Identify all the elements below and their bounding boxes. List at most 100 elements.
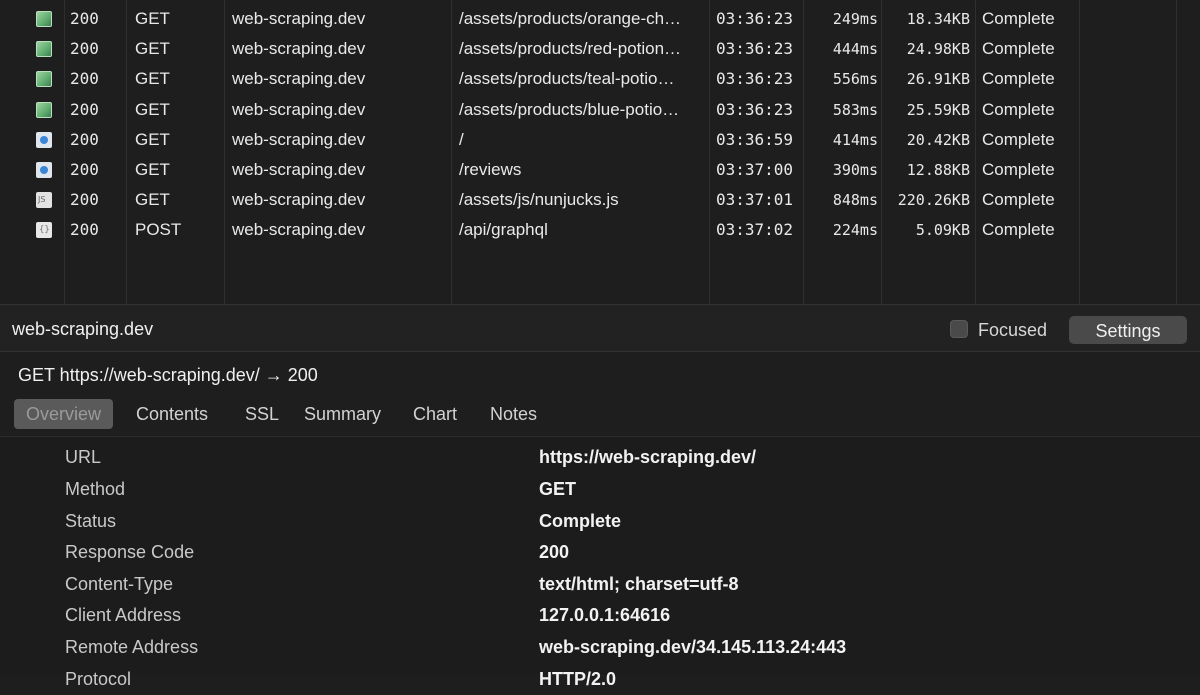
request-host: web-scraping.dev — [232, 160, 366, 179]
request-time: 03:36:23 — [716, 69, 794, 89]
request-time: 03:37:00 — [716, 160, 794, 179]
host-title: web-scraping.dev — [12, 319, 154, 339]
status-code: 200 — [70, 39, 99, 59]
request-row[interactable]: 200 GET web-scraping.dev/assets/products/r… — [0, 34, 1200, 64]
request-state: Complete — [982, 129, 1055, 149]
request-size: 5.09KB — [915, 221, 970, 240]
focused-checkbox[interactable] — [950, 320, 968, 338]
request-row[interactable]: 200 POST web-scraping.dev/api/graphql 03:37… — [0, 215, 1200, 245]
request-type-icon-cell — [36, 64, 54, 94]
overview-value: Complete — [539, 511, 622, 531]
request-duration: 414ms — [832, 130, 878, 149]
request-host: web-scraping.dev — [232, 69, 366, 89]
tab-summary[interactable]: Summary — [292, 399, 393, 429]
overview-row-content-type: Content-Type text/html; charset=utf-8 — [0, 568, 1200, 600]
overview-value: web-scraping.dev/34.145.113.24:443 — [539, 637, 847, 657]
request-state: Complete — [982, 69, 1055, 89]
overview-row-response-code: Response Code 200 — [0, 536, 1200, 568]
request-path: /api/graphql — [459, 220, 548, 240]
request-type-icon-cell — [36, 34, 54, 64]
json-file-icon — [36, 222, 52, 239]
request-time: 03:36:59 — [716, 129, 794, 149]
request-duration: 583ms — [832, 100, 878, 119]
image-file-icon — [36, 101, 52, 118]
status-code: 200 — [70, 190, 99, 210]
request-path: / — [459, 129, 464, 149]
html-document-icon — [36, 162, 52, 178]
request-row[interactable]: 200 GET web-scraping.dev/assets/js/nunjuck… — [0, 185, 1200, 215]
request-type-icon-cell — [36, 95, 54, 125]
request-method: GET — [135, 9, 170, 28]
request-state: Complete — [982, 220, 1055, 240]
overview-value[interactable]: https://web-scraping.dev/ — [539, 441, 756, 473]
request-list[interactable]: 200 GET web-scraping.dev/assets/products/o… — [0, 0, 1200, 304]
image-file-icon — [36, 41, 52, 58]
request-row[interactable]: 200 GET web-scraping.dev/assets/products/t… — [0, 64, 1200, 94]
overview-key: URL — [65, 447, 102, 467]
request-duration: 249ms — [832, 10, 878, 28]
request-method: GET — [135, 160, 170, 179]
request-state: Complete — [982, 39, 1055, 59]
request-duration: 848ms — [832, 191, 878, 210]
request-host: web-scraping.dev — [232, 39, 366, 59]
request-method: GET — [135, 129, 170, 149]
status-code: 200 — [70, 69, 99, 89]
request-size: 26.91KB — [906, 70, 970, 89]
request-method: POST — [135, 220, 182, 240]
tab-contents[interactable]: Contents — [124, 399, 220, 429]
request-state: Complete — [982, 9, 1055, 28]
request-duration: 224ms — [832, 221, 878, 240]
overview-value: 200 — [539, 542, 570, 562]
overview-value: 127.0.0.1:64616 — [539, 605, 671, 625]
request-state: Complete — [982, 190, 1055, 210]
request-size: 24.98KB — [906, 40, 970, 59]
request-path: /assets/products/blue-potio… — [459, 99, 680, 119]
request-time: 03:36:23 — [716, 39, 794, 59]
overview-key: Remote Address — [65, 637, 199, 657]
overview-row-client-address: Client Address 127.0.0.1:64616 — [0, 599, 1200, 631]
html-document-icon — [36, 131, 52, 148]
request-summary-line: GET https://web-scraping.dev/ → 200 — [18, 365, 318, 385]
request-host: web-scraping.dev — [232, 220, 366, 240]
status-code: 200 — [70, 9, 99, 28]
request-method: GET — [135, 190, 170, 210]
request-path: /assets/products/red-potion… — [459, 39, 682, 59]
request-size: 18.34KB — [906, 10, 970, 28]
host-toolbar: web-scraping.dev Focused Settings — [0, 304, 1200, 352]
overview-key: Response Code — [65, 542, 195, 562]
request-row[interactable]: 200 GET web-scraping.dev/assets/products/o… — [0, 4, 1200, 34]
status-code: 200 — [70, 99, 99, 119]
request-type-icon-cell — [36, 155, 54, 185]
javascript-file-icon — [36, 192, 52, 209]
request-state: Complete — [982, 99, 1055, 119]
request-time: 03:36:23 — [716, 99, 794, 119]
tab-notes[interactable]: Notes — [478, 399, 549, 429]
focused-label: Focused — [978, 320, 1048, 340]
overview-key: Method — [65, 479, 126, 499]
request-duration: 390ms — [832, 161, 878, 179]
status-code: 200 — [70, 129, 99, 149]
overview-row-url: URL https://web-scraping.dev/ — [0, 441, 1200, 473]
overview-key: Protocol — [65, 669, 132, 689]
request-host: web-scraping.dev — [232, 129, 366, 149]
request-method: GET — [135, 39, 170, 59]
request-row[interactable]: 200 GET web-scraping.dev / 03:36:59 414ms 20.4… — [0, 125, 1200, 155]
tab-chart[interactable]: Chart — [401, 399, 469, 429]
request-size: 220.26KB — [897, 191, 970, 210]
overview-key: Client Address — [65, 605, 182, 625]
overview-key: Content-Type — [65, 574, 174, 594]
request-row[interactable]: 200 GET web-scraping.dev/reviews 03:37:00 39… — [0, 155, 1200, 185]
tab-overview[interactable]: Overview — [14, 399, 114, 429]
request-path: /assets/products/teal-potio… — [459, 69, 675, 89]
tab-ssl[interactable]: SSL — [233, 399, 291, 429]
overview-row-protocol: Protocol HTTP/2.0 — [0, 663, 1200, 695]
image-file-icon — [36, 11, 52, 27]
request-type-icon-cell — [36, 125, 54, 155]
image-file-icon — [36, 71, 52, 88]
status-code: 200 — [70, 220, 99, 240]
overview-row-remote-address: Remote Address web-scraping.dev/34.145.1… — [0, 631, 1200, 663]
request-type-icon-cell — [36, 215, 54, 245]
settings-button[interactable]: Settings — [1069, 316, 1187, 344]
overview-key: Status — [65, 511, 117, 531]
request-row[interactable]: 200 GET web-scraping.dev/assets/products/b… — [0, 95, 1200, 125]
